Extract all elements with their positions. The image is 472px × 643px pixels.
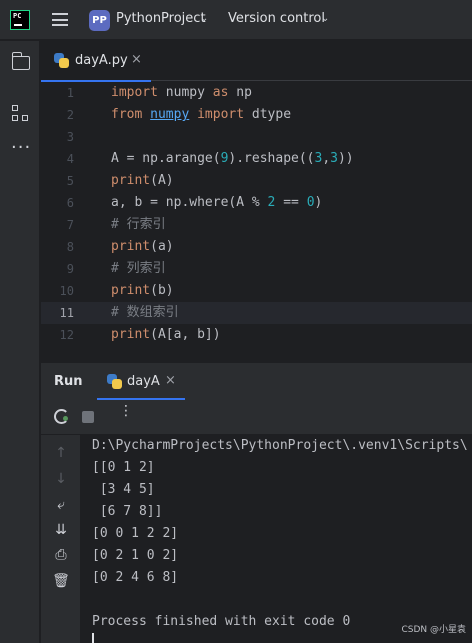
editor-tab-bar: dayA.py × bbox=[41, 41, 472, 82]
watermark: CSDN @小星袁 bbox=[401, 625, 466, 635]
code-line: 5 print(A) bbox=[41, 170, 472, 192]
console-line: D:\PycharmProjects\PythonProject\.venv1\… bbox=[92, 438, 468, 453]
code-comment: # 列索引 bbox=[111, 261, 166, 276]
code-token: import bbox=[197, 107, 245, 122]
code-line: 12 print(A[a, b]) bbox=[41, 324, 472, 346]
tab-label: dayA.py bbox=[75, 53, 128, 68]
code-token: dtype bbox=[244, 107, 292, 122]
code-token: print bbox=[111, 239, 151, 254]
code-token: import bbox=[111, 85, 158, 100]
code-token: print bbox=[111, 173, 151, 188]
line-number: 3 bbox=[66, 130, 74, 144]
line-number: 4 bbox=[66, 152, 74, 166]
arrow-down-icon[interactable]: ↓ bbox=[41, 471, 81, 487]
line-number: 9 bbox=[66, 262, 74, 276]
code-token: ) bbox=[314, 195, 323, 210]
line-number: 5 bbox=[66, 174, 74, 188]
arrow-up-icon[interactable]: ↑ bbox=[41, 445, 81, 461]
run-title: Run bbox=[54, 374, 83, 389]
code-line: 1 import numpy as np bbox=[41, 82, 472, 104]
main-menu-icon[interactable] bbox=[52, 13, 68, 26]
stop-icon[interactable] bbox=[82, 411, 94, 423]
more-tools-icon[interactable]: ··· bbox=[11, 139, 31, 157]
text-caret bbox=[92, 633, 94, 643]
console-line: [3 4 5] bbox=[92, 482, 155, 497]
console-line: [[0 1 2] bbox=[92, 460, 155, 475]
python-file-icon bbox=[54, 53, 69, 68]
code-token: from bbox=[111, 107, 143, 122]
code-line: 6 a, b = np.where(A % 2 == 0) bbox=[41, 192, 472, 214]
code-token: (A) bbox=[150, 173, 174, 188]
line-number: 12 bbox=[59, 328, 74, 342]
console-line: [0 0 1 2 2] bbox=[92, 526, 179, 541]
code-token: )) bbox=[337, 151, 354, 166]
close-icon[interactable]: × bbox=[165, 373, 176, 388]
chevron-down-icon[interactable]: ⌄ bbox=[200, 13, 208, 24]
tool-window-strip: ··· bbox=[0, 41, 40, 643]
line-number: 10 bbox=[59, 284, 74, 298]
code-editor[interactable]: 1 import numpy as np 2 from numpy import… bbox=[41, 82, 472, 362]
code-token: print bbox=[111, 327, 151, 342]
code-token: (a) bbox=[150, 239, 174, 254]
console-line: [0 2 1 0 2] bbox=[92, 548, 179, 563]
code-line: 4 A = np.arange(9).reshape((3,3)) bbox=[41, 148, 472, 170]
line-number: 7 bbox=[66, 218, 74, 232]
code-comment: # 数组索引 bbox=[111, 305, 179, 320]
line-number: 6 bbox=[66, 196, 74, 210]
run-sidebar: ↑ ↓ ⤶ ⇊ ⎙ 🗑 bbox=[41, 435, 81, 643]
line-number: 8 bbox=[66, 240, 74, 254]
code-token: ).reshape(( bbox=[228, 151, 315, 166]
code-line: 9 # 列索引 bbox=[41, 258, 472, 280]
code-token[interactable]: numpy bbox=[150, 107, 189, 122]
python-run-icon bbox=[107, 374, 122, 389]
title-bar: PC PP PythonProject ⌄ Version control ⌄ bbox=[0, 0, 472, 40]
run-tool-window-header: Run dayA × bbox=[41, 362, 472, 400]
code-token: 3 bbox=[330, 151, 338, 166]
code-token: print bbox=[111, 283, 151, 298]
code-line-current: 11 # 数组索引 bbox=[41, 302, 472, 324]
line-number: 1 bbox=[66, 86, 74, 100]
code-line: 7 # 行索引 bbox=[41, 214, 472, 236]
code-token: , bbox=[322, 151, 331, 166]
version-control-menu[interactable]: Version control bbox=[228, 11, 325, 26]
code-line: 2 from numpy import dtype bbox=[41, 104, 472, 126]
code-token: == bbox=[275, 195, 307, 210]
soft-wrap-icon[interactable]: ⤶ bbox=[41, 497, 81, 513]
console-line: [0 2 4 6 8] bbox=[92, 570, 179, 585]
code-token: (A[a, b]) bbox=[150, 327, 221, 342]
line-number: 2 bbox=[66, 108, 74, 122]
project-folder-icon[interactable] bbox=[11, 52, 30, 70]
project-badge[interactable]: PP bbox=[89, 10, 110, 31]
tab-daya-py[interactable]: dayA.py × bbox=[41, 41, 151, 82]
code-token: (b) bbox=[150, 283, 174, 298]
code-token: as bbox=[212, 85, 229, 100]
trash-icon[interactable]: 🗑 bbox=[41, 573, 81, 589]
app-logo-text: PC bbox=[13, 12, 22, 20]
code-token: numpy bbox=[157, 85, 213, 100]
run-toolbar: ⋮ bbox=[41, 400, 472, 435]
code-comment: # 行索引 bbox=[111, 217, 166, 232]
structure-icon[interactable] bbox=[12, 105, 30, 123]
pycharm-logo-icon[interactable]: PC bbox=[10, 10, 30, 30]
code-line: 10 print(b) bbox=[41, 280, 472, 302]
code-line: 8 print(a) bbox=[41, 236, 472, 258]
run-tab-label[interactable]: dayA bbox=[127, 374, 160, 389]
code-line: 3 bbox=[41, 126, 472, 148]
chevron-down-icon[interactable]: ⌄ bbox=[321, 13, 329, 24]
run-console[interactable]: D:\PycharmProjects\PythonProject\.venv1\… bbox=[82, 435, 472, 643]
project-name[interactable]: PythonProject bbox=[116, 11, 206, 26]
code-token: a, b = np.where(A % bbox=[111, 195, 268, 210]
line-number: 11 bbox=[59, 306, 74, 320]
code-token: A = np.arange( bbox=[111, 151, 221, 166]
console-line: [6 7 8]] bbox=[92, 504, 163, 519]
more-options-icon[interactable]: ⋮ bbox=[119, 404, 133, 418]
print-icon[interactable]: ⎙ bbox=[41, 547, 81, 563]
code-token: np bbox=[228, 85, 252, 100]
code-token: 0 bbox=[306, 195, 315, 210]
close-icon[interactable]: × bbox=[131, 52, 142, 67]
scroll-to-end-icon[interactable]: ⇊ bbox=[41, 522, 81, 538]
console-line: Process finished with exit code 0 bbox=[92, 614, 351, 629]
